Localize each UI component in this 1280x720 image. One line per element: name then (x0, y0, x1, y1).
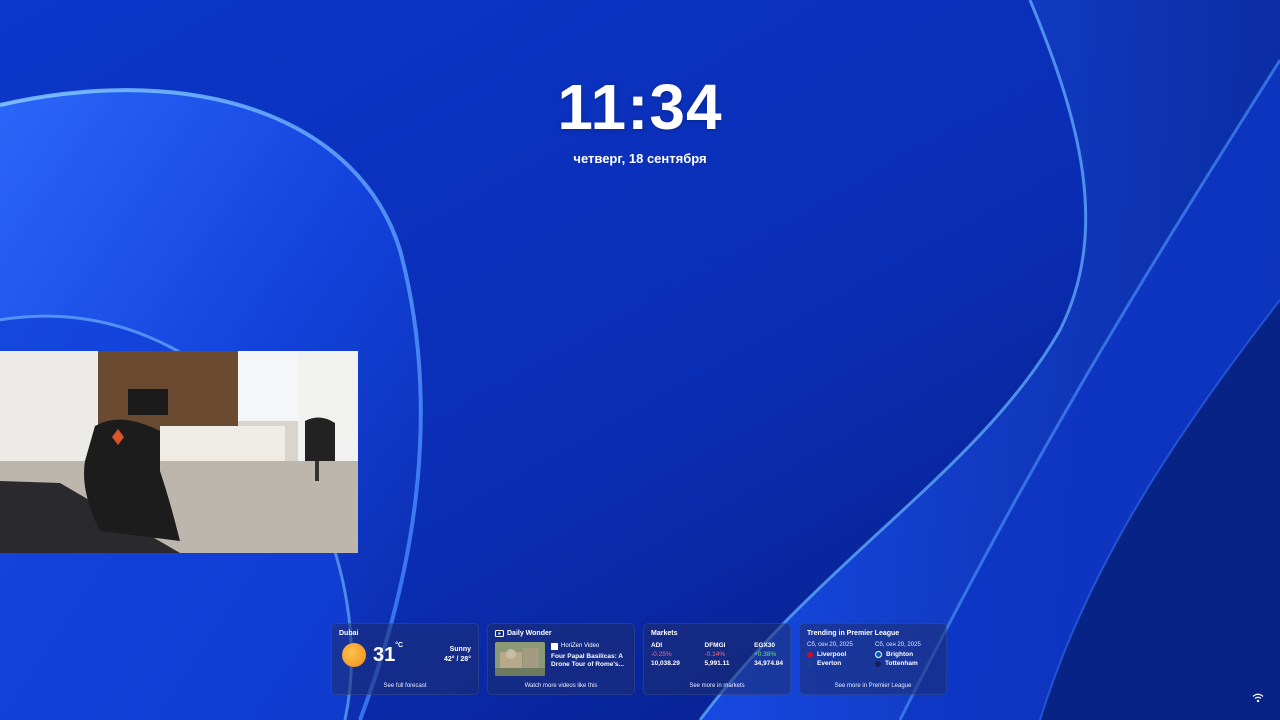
liverpool-badge-icon (807, 651, 813, 658)
weather-range: 42° / 28° (443, 656, 471, 663)
markets-title: Markets (651, 630, 678, 637)
market-item[interactable]: EGX30 +0.38% 34,974.84 (754, 641, 783, 668)
temperature-unit: °C (395, 641, 404, 649)
markets-more-link[interactable]: See more in markets (644, 683, 790, 689)
camera-preview (0, 351, 358, 553)
market-change: -0.25% (651, 651, 672, 658)
video-source: HoriZen Video (561, 643, 600, 649)
match-card[interactable]: Сб, сен 20, 2025 Liverpool Everton (807, 641, 871, 668)
market-name: DFMGI (704, 642, 726, 649)
premier-league-widget[interactable]: Trending in Premier League Сб, сен 20, 2… (799, 623, 947, 695)
daily-wonder-title: Daily Wonder (507, 630, 552, 637)
away-team: Tottenham (885, 660, 918, 667)
weather-temperature: 31°C (373, 641, 404, 666)
away-team: Everton (817, 660, 842, 667)
room-image (0, 351, 358, 553)
markets-widget[interactable]: Markets ADI -0.25% 10,038.29 DFMGI -0.14… (643, 623, 791, 695)
watch-more-link[interactable]: Watch more videos like this (488, 683, 634, 689)
premier-league-more-link[interactable]: See more in Premier League (800, 683, 946, 689)
video-icon (495, 630, 504, 637)
market-change: -0.14% (704, 651, 726, 658)
weather-condition: Sunny (449, 646, 471, 653)
wifi-icon[interactable] (1252, 692, 1264, 704)
everton-badge-icon (807, 660, 813, 667)
sun-icon (342, 643, 366, 667)
market-name: EGX30 (754, 642, 776, 649)
match-card[interactable]: Сб, сен 20, 2025 Brighton Tottenham (875, 641, 939, 668)
weather-forecast-link[interactable]: See full forecast (332, 683, 478, 689)
market-value: 34,974.84 (754, 660, 783, 667)
lock-screen-time: 11:34 (557, 71, 723, 143)
match-date: Сб, сен 20, 2025 (807, 642, 853, 648)
market-name: ADI (651, 642, 663, 649)
widgets-bar: Dubai 31°C Sunny 42° / 28° See full fore… (331, 623, 947, 695)
market-value: 10,038.29 (651, 660, 680, 667)
source-logo-icon (551, 643, 558, 650)
market-change: +0.38% (754, 651, 777, 658)
lock-screen-date: четверг, 18 сентября (573, 151, 707, 166)
market-value: 5,991.11 (704, 660, 730, 667)
video-thumbnail[interactable] (495, 642, 545, 676)
daily-wonder-widget[interactable]: Daily Wonder HoriZen Video Four Papal Ba… (487, 623, 635, 695)
weather-title: Dubai (339, 630, 359, 637)
market-item[interactable]: DFMGI -0.14% 5,991.11 (705, 641, 730, 668)
brighton-badge-icon (875, 651, 882, 658)
match-date: Сб, сен 20, 2025 (875, 642, 921, 648)
market-item[interactable]: ADI -0.25% 10,038.29 (651, 641, 680, 668)
premier-league-title: Trending in Premier League (807, 630, 900, 637)
tottenham-badge-icon (875, 660, 881, 667)
video-headline[interactable]: Four Papal Basilicas: A Drone Tour of Ro… (551, 653, 627, 669)
weather-widget[interactable]: Dubai 31°C Sunny 42° / 28° See full fore… (331, 623, 479, 695)
home-team: Liverpool (817, 651, 847, 658)
home-team: Brighton (886, 651, 914, 658)
